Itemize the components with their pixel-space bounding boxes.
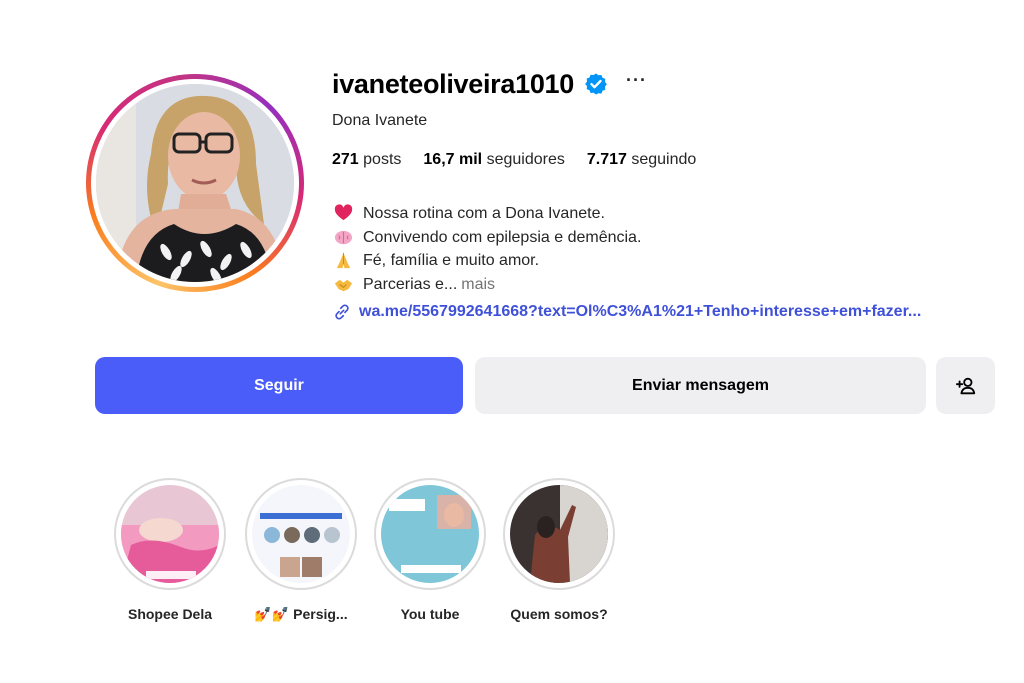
highlight-label: Quem somos?	[510, 606, 608, 622]
send-message-button[interactable]: Enviar mensagem	[475, 357, 926, 414]
avatar-photo	[96, 84, 294, 282]
highlight-cover	[510, 485, 608, 583]
highlight-label: Shopee Dela	[127, 606, 213, 622]
highlight-cover-image	[381, 485, 479, 583]
profile-avatar	[96, 84, 294, 282]
heart-icon	[334, 204, 353, 221]
praying-hands-icon	[336, 253, 351, 269]
bio-line: Fé, família e muito amor.	[334, 249, 641, 273]
profile-header: ivaneteoliveira1010 ···	[332, 66, 647, 102]
bio-line: Parcerias e... mais	[334, 273, 641, 297]
bio-link[interactable]: wa.me/5567992641668?text=Ol%C3%A1%21+Ten…	[332, 302, 921, 322]
bio: Nossa rotina com a Dona Ivanete. Convive…	[334, 202, 641, 296]
highlight-item[interactable]: You tube	[372, 478, 488, 622]
more-options-icon[interactable]: ···	[626, 71, 647, 89]
highlight-cover	[252, 485, 350, 583]
highlight-item[interactable]: 💅💅 Persig...	[243, 478, 359, 623]
highlight-cover	[121, 485, 219, 583]
following-label: seguindo	[631, 151, 697, 168]
follow-button[interactable]: Seguir	[95, 357, 463, 414]
highlight-label: 💅💅 Persig...	[254, 606, 348, 622]
profile-avatar-ring[interactable]	[86, 74, 304, 292]
posts-label: posts	[363, 151, 402, 168]
followers-label: seguidores	[486, 151, 565, 168]
highlight-cover-image	[121, 485, 219, 583]
followers-stat[interactable]: 16,7 mil seguidores	[423, 151, 564, 169]
bio-link-text: wa.me/5567992641668?text=Ol%C3%A1%21+Ten…	[359, 303, 922, 320]
bio-more-link[interactable]: mais	[461, 273, 495, 297]
highlight-cover	[381, 485, 479, 583]
username: ivaneteoliveira1010	[332, 68, 574, 99]
highlight-item[interactable]: Shopee Dela	[112, 478, 228, 622]
bio-text: Convivendo com epilepsia e demência.	[363, 228, 642, 246]
link-icon	[335, 304, 349, 320]
bio-line: Convivendo com epilepsia e demência.	[334, 226, 641, 250]
highlight-cover-image	[252, 485, 350, 583]
handshake-icon	[334, 279, 353, 291]
verified-badge-icon	[585, 73, 607, 95]
following-count: 7.717	[586, 151, 627, 168]
add-person-icon	[955, 377, 975, 394]
suggest-people-button[interactable]	[936, 357, 995, 414]
posts-stat: 271 posts	[332, 151, 401, 169]
profile-stats: 271 posts 16,7 mil seguidores 7.717 segu…	[332, 151, 696, 169]
bio-text: Fé, família e muito amor.	[363, 252, 540, 269]
highlight-item[interactable]: Quem somos?	[501, 478, 617, 622]
posts-count: 271	[332, 151, 359, 168]
bio-text: Parcerias e...	[363, 275, 458, 293]
highlight-label: You tube	[400, 606, 460, 622]
brain-icon	[334, 230, 353, 244]
highlight-cover-image	[510, 485, 608, 583]
full-name: Dona Ivanete	[332, 112, 428, 129]
following-stat[interactable]: 7.717 seguindo	[587, 151, 696, 169]
followers-count: 16,7 mil	[423, 151, 483, 168]
bio-line: Nossa rotina com a Dona Ivanete.	[334, 202, 641, 226]
bio-text: Nossa rotina com a Dona Ivanete.	[363, 205, 605, 222]
